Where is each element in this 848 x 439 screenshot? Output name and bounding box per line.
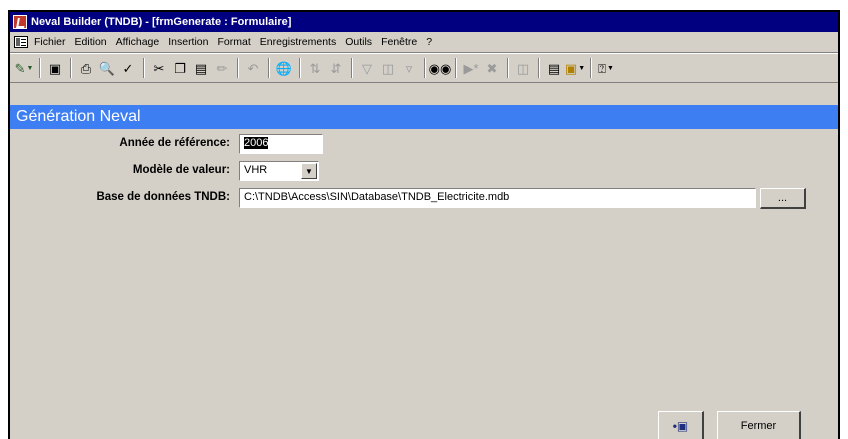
toolbar-separator xyxy=(424,58,426,78)
new-object-icon[interactable]: ▣ ▼ xyxy=(565,58,585,78)
access-app-icon[interactable] xyxy=(13,15,27,29)
format-painter-icon[interactable]: ✏ xyxy=(212,58,232,78)
sort-ascending-icon[interactable]: ⇅ xyxy=(305,58,325,78)
toolbar-separator xyxy=(590,58,592,78)
spelling-icon[interactable]: ✓ xyxy=(118,58,138,78)
cut-icon[interactable]: ✂ xyxy=(149,58,169,78)
fermer-button[interactable]: Fermer xyxy=(717,411,801,439)
database-window-icon[interactable]: ▤ xyxy=(544,58,564,78)
base-input[interactable]: C:\TNDB\Access\SIN\Database\TNDB_Electri… xyxy=(239,188,756,208)
menu-insertion[interactable]: Insertion xyxy=(168,36,208,48)
form-system-menu-icon[interactable] xyxy=(14,36,28,48)
copy-icon[interactable]: ❐ xyxy=(170,58,190,78)
print-icon[interactable]: ⎙ xyxy=(76,58,96,78)
form-body: Année de référence: 2006 Modèle de valeu… xyxy=(10,129,838,439)
menu-affichage[interactable]: Affichage xyxy=(116,36,160,48)
undo-icon[interactable]: ↶ xyxy=(243,58,263,78)
annee-label: Année de référence: xyxy=(119,137,230,149)
window-title: Neval Builder (TNDB) - [frmGenerate : Fo… xyxy=(31,16,292,28)
chevron-down-icon: ▼ xyxy=(305,166,313,176)
toolbar-separator xyxy=(455,58,457,78)
toolbar-separator xyxy=(39,58,41,78)
base-value: C:\TNDB\Access\SIN\Database\TNDB_Electri… xyxy=(244,191,510,203)
filter-by-selection-icon[interactable]: ▽ xyxy=(357,58,377,78)
new-record-icon[interactable]: ▶* xyxy=(461,58,481,78)
toolbar-separator xyxy=(507,58,509,78)
annee-input[interactable]: 2006 xyxy=(239,134,323,154)
toolbar-separator xyxy=(538,58,540,78)
paste-icon[interactable]: ▤ xyxy=(191,58,211,78)
run-generate-button[interactable]: •▣ xyxy=(658,411,704,439)
hyperlink-icon[interactable]: 🌐 xyxy=(274,58,294,78)
access-window: Neval Builder (TNDB) - [frmGenerate : Fo… xyxy=(8,10,840,439)
modele-dropdown-button[interactable]: ▼ xyxy=(301,163,317,179)
menu-outils[interactable]: Outils xyxy=(345,36,372,48)
menu-fenetre[interactable]: Fenêtre xyxy=(381,36,417,48)
menu-bar: Fichier Edition Affichage Insertion Form… xyxy=(10,32,838,53)
menu-enregistrements[interactable]: Enregistrements xyxy=(260,36,336,48)
toolbar-separator xyxy=(268,58,270,78)
design-view-icon[interactable]: ✎ ▼ xyxy=(14,58,34,78)
sort-descending-icon[interactable]: ⇵ xyxy=(326,58,346,78)
menu-format[interactable]: Format xyxy=(218,36,251,48)
base-label: Base de données TNDB: xyxy=(96,191,230,203)
find-icon[interactable]: ◉◉ xyxy=(429,58,452,78)
toolbar-separator xyxy=(237,58,239,78)
menu-fichier[interactable]: Fichier xyxy=(34,36,66,48)
help-icon[interactable]: ⍰ ▼ xyxy=(596,58,616,78)
form-header: Génération Neval xyxy=(10,105,838,129)
toolbar: ✎ ▼ ▣ ⎙ 🔍 ✓ ✂ ❐ ▤ ✏ ↶ 🌐 ⇅ ⇵ ▽ ◫ ▿ ◉◉ ▶* ✖… xyxy=(10,53,838,83)
title-bar[interactable]: Neval Builder (TNDB) - [frmGenerate : Fo… xyxy=(10,12,838,32)
apply-filter-icon[interactable]: ▿ xyxy=(399,58,419,78)
properties-icon[interactable]: ◫ xyxy=(513,58,533,78)
filter-by-form-icon[interactable]: ◫ xyxy=(378,58,398,78)
print-preview-icon[interactable]: 🔍 xyxy=(97,58,117,78)
save-icon[interactable]: ▣ xyxy=(45,58,65,78)
delete-record-icon[interactable]: ✖ xyxy=(482,58,502,78)
browse-button[interactable]: ... xyxy=(760,188,806,209)
run-arrow-icon: •▣ xyxy=(672,418,689,433)
toolbar-separator xyxy=(70,58,72,78)
menu-help[interactable]: ? xyxy=(426,36,432,48)
toolbar-separator xyxy=(143,58,145,78)
modele-value: VHR xyxy=(244,164,268,176)
toolbar-separator xyxy=(299,58,301,78)
annee-value: 2006 xyxy=(244,137,269,149)
modele-label: Modèle de valeur: xyxy=(132,164,230,176)
toolbar-separator xyxy=(351,58,353,78)
menu-edition[interactable]: Edition xyxy=(75,36,107,48)
